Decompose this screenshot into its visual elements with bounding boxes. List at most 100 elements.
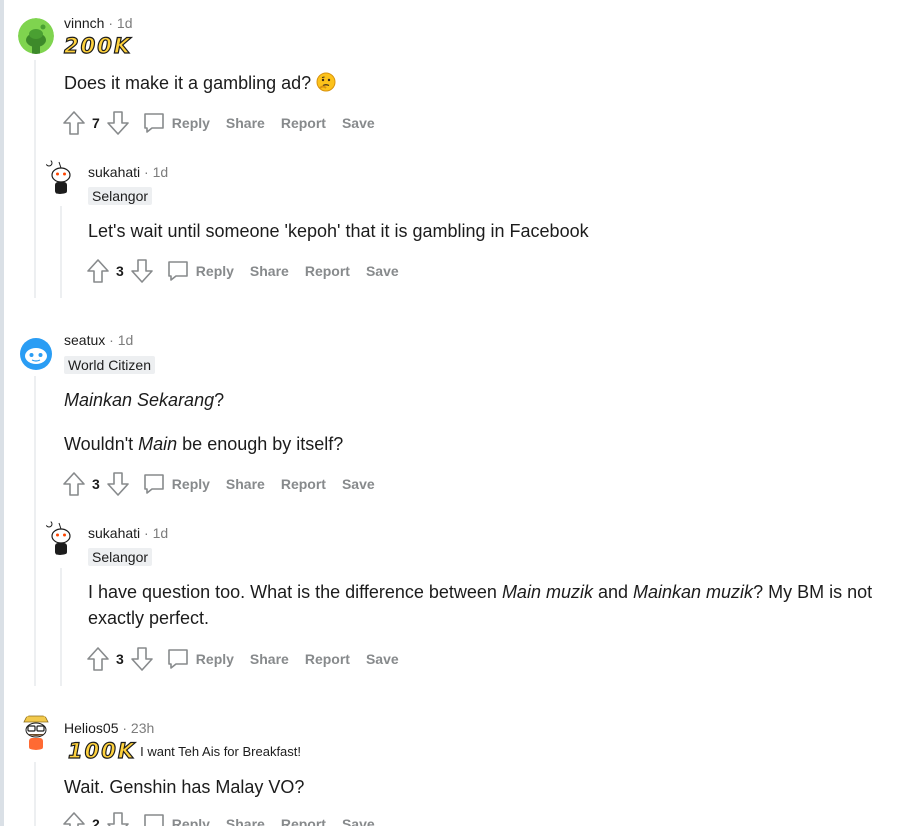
username-link[interactable]: Helios05 (64, 720, 118, 736)
vote-score: 2 (92, 816, 100, 826)
thread-line[interactable] (60, 206, 62, 298)
comment-body: Let's wait until someone 'kepoh' that it… (88, 221, 589, 241)
comment-bubble-icon (143, 474, 164, 494)
share-button[interactable]: Share (226, 476, 265, 492)
downvote-arrow-icon[interactable] (106, 811, 130, 826)
username-link[interactable]: seatux (64, 332, 105, 348)
comment-actions: 7 Reply Share Report Save (62, 109, 375, 137)
comment-actions: 3 Reply Share Report Save (86, 645, 399, 673)
share-button[interactable]: Share (226, 115, 265, 131)
white-snoo-avatar-icon (42, 158, 78, 194)
user-flair: Selangor (88, 187, 153, 205)
thread-line[interactable] (34, 376, 36, 686)
save-button[interactable]: Save (366, 651, 399, 667)
achievement-flair: 200K (63, 33, 133, 58)
comment-actions: 3 Reply Share Report Save (86, 257, 399, 285)
comment-header: sukahati · 1d (88, 525, 168, 541)
reply-label: Reply (195, 651, 234, 667)
vote-score: 3 (116, 263, 124, 279)
user-avatar[interactable] (18, 336, 54, 372)
left-margin-bar (0, 0, 4, 826)
report-button[interactable]: Report (305, 263, 350, 279)
comment-timestamp[interactable]: · 23h (122, 720, 154, 736)
reply-button[interactable]: Reply (142, 812, 210, 826)
white-snoo-avatar-icon (42, 519, 78, 555)
user-flair: 200K (63, 33, 133, 58)
user-avatar[interactable] (18, 18, 54, 54)
comment-timestamp[interactable]: · 1d (109, 332, 133, 348)
username-link[interactable]: sukahati (88, 164, 140, 180)
comment-text: ? (214, 390, 225, 410)
comment-bubble-icon (143, 814, 164, 826)
reply-label: Reply (171, 115, 210, 131)
downvote-arrow-icon[interactable] (106, 471, 130, 497)
comment-actions: 2 Reply Share Report Save (62, 810, 375, 826)
vote-score: 7 (92, 115, 100, 131)
report-button[interactable]: Report (281, 476, 326, 492)
upvote-arrow-icon[interactable] (86, 258, 110, 284)
report-button[interactable]: Report (281, 816, 326, 826)
upvote-arrow-icon[interactable] (86, 646, 110, 672)
comment-text: and (592, 582, 634, 602)
user-avatar[interactable] (42, 158, 78, 194)
username-link[interactable]: vinnch (64, 15, 104, 31)
report-button[interactable]: Report (305, 651, 350, 667)
thread-line[interactable] (34, 60, 36, 298)
comment-header: vinnch · 1d (64, 15, 132, 31)
upvote-arrow-icon[interactable] (62, 811, 86, 826)
comment-timestamp[interactable]: · 1d (144, 525, 168, 541)
downvote-arrow-icon[interactable] (130, 258, 154, 284)
comment-body: Wait. Genshin has Malay VO? (64, 777, 305, 797)
vote-score: 3 (116, 651, 124, 667)
comment-bubble-icon (143, 113, 164, 133)
comment-body-paragraph-2: Wouldn't Main be enough by itself? (64, 431, 884, 457)
share-button[interactable]: Share (250, 263, 289, 279)
comment-header: sukahati · 1d (88, 164, 168, 180)
reply-button[interactable]: Reply (166, 259, 234, 283)
comment-actions: 3 Reply Share Report Save (62, 470, 375, 498)
comment-timestamp[interactable]: · 1d (144, 164, 168, 180)
vote-score: 3 (92, 476, 100, 492)
italic-text: Mainkan muzik (633, 582, 754, 602)
comment-body: Does it make it a gambling ad? (64, 70, 884, 96)
save-button[interactable]: Save (342, 816, 375, 826)
comment-bubble-icon (167, 261, 188, 281)
glasses-snoo-avatar-icon (18, 714, 54, 750)
comment-text: be enough by itself? (177, 434, 344, 454)
comment-text: I have question too. What is the differe… (88, 582, 502, 602)
user-flair: Selangor (88, 548, 153, 566)
user-avatar[interactable] (42, 519, 78, 555)
comment-timestamp[interactable]: · 1d (108, 15, 132, 31)
italic-text: Mainkan Sekarang (64, 390, 215, 410)
italic-text: Main muzik (501, 582, 593, 602)
reply-button[interactable]: Reply (142, 111, 210, 135)
save-button[interactable]: Save (342, 476, 375, 492)
save-button[interactable]: Save (342, 115, 375, 131)
username-link[interactable]: sukahati (88, 525, 140, 541)
comment-header: Helios05 · 23h (64, 720, 154, 736)
downvote-arrow-icon[interactable] (130, 646, 154, 672)
comment-text: Wouldn't (64, 434, 139, 454)
share-button[interactable]: Share (250, 651, 289, 667)
upvote-arrow-icon[interactable] (62, 471, 86, 497)
reply-button[interactable]: Reply (142, 472, 210, 496)
comment-body-paragraph-1: Mainkan Sekarang? (64, 387, 884, 413)
flair-text: I want Teh Ais for Breakfast! (140, 743, 302, 759)
reply-label: Reply (171, 476, 210, 492)
save-button[interactable]: Save (366, 263, 399, 279)
user-flair: World Citizen (64, 356, 155, 374)
share-button[interactable]: Share (226, 816, 265, 826)
blue-snoo-avatar-icon (18, 336, 54, 372)
report-button[interactable]: Report (281, 115, 326, 131)
user-avatar[interactable] (18, 714, 54, 750)
green-snoo-avatar-icon (18, 18, 54, 54)
thread-line[interactable] (34, 762, 36, 826)
comment-bubble-icon (167, 649, 188, 669)
downvote-arrow-icon[interactable] (106, 110, 130, 136)
user-flair: 100K I want Teh Ais for Breakfast! (67, 738, 302, 763)
comment-text: Does it make it a gambling ad? (64, 73, 312, 93)
upvote-arrow-icon[interactable] (62, 110, 86, 136)
thread-line[interactable] (60, 568, 62, 686)
reply-button[interactable]: Reply (166, 647, 234, 671)
thinking-face-emoji-icon (316, 72, 336, 92)
